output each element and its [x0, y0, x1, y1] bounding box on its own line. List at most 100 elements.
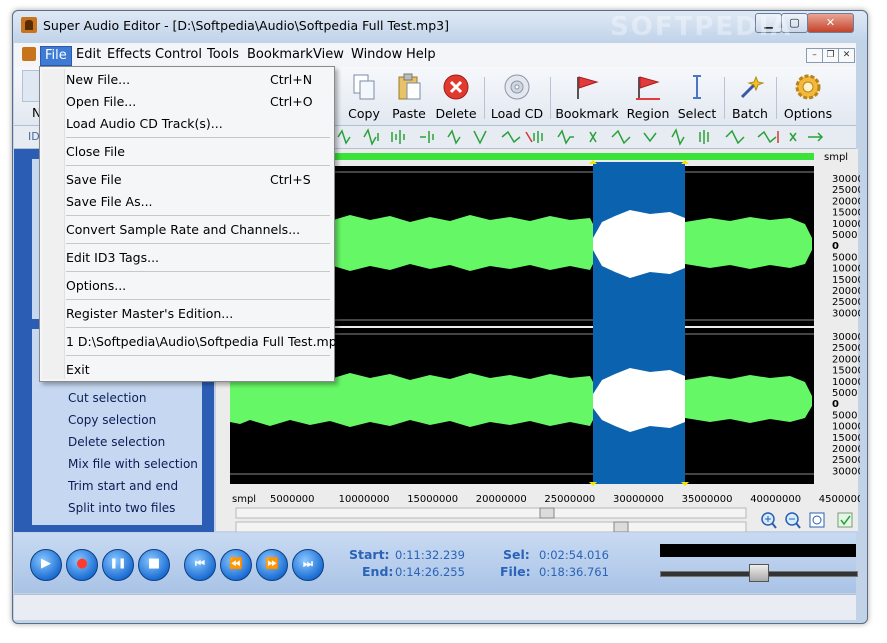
play-icon: ▶	[41, 556, 51, 571]
volume-slider-thumb[interactable]	[749, 564, 769, 582]
document-icon[interactable]	[22, 47, 36, 61]
transport-bar: ▶ ● ❚❚ ■ ⏮ ⏪ ⏩ ⏭ Start: 0:11:32.239 End:…	[14, 533, 858, 593]
menu-separator	[66, 327, 330, 328]
wave-left-selected	[593, 210, 685, 278]
menu-item-register[interactable]: Register Master's Edition...	[66, 306, 233, 321]
scale-tick-label: 5000	[832, 388, 857, 399]
play-button[interactable]: ▶	[30, 549, 62, 581]
mdi-close-button[interactable]: ✕	[838, 48, 855, 63]
task-copy-selection[interactable]: Copy selection	[68, 413, 156, 427]
paste-icon	[398, 73, 421, 100]
shortcut-new-file: Ctrl+N	[270, 72, 313, 87]
mdi-restore-button[interactable]: ❐	[822, 48, 839, 63]
menu-separator	[66, 215, 330, 216]
menu-item-options[interactable]: Options...	[66, 278, 126, 293]
task-split-two-files[interactable]: Split into two files	[68, 501, 175, 515]
menu-effects[interactable]: Effects	[103, 46, 155, 64]
fast-forward-button[interactable]: ⏩	[256, 549, 288, 581]
task-mix-file[interactable]: Mix file with selection	[68, 457, 198, 471]
bookmark-flag-icon	[577, 76, 599, 99]
menu-item-recent-file[interactable]: 1 D:\Softpedia\Audio\Softpedia Full Test…	[66, 334, 345, 349]
time-axis-label: 25000000	[544, 494, 595, 505]
task-cut-selection[interactable]: Cut selection	[68, 391, 146, 405]
menu-item-load-cd[interactable]: Load Audio CD Track(s)...	[66, 116, 223, 131]
menu-window[interactable]: Window	[347, 46, 406, 64]
time-axis-label: 45000000	[819, 494, 860, 505]
time-axis-label: 20000000	[476, 494, 527, 505]
zoom-tools	[756, 510, 856, 532]
scale-tick-label: 20000	[832, 354, 860, 365]
zoom-scrollbar[interactable]	[235, 521, 747, 532]
menu-control[interactable]: Control	[151, 46, 206, 64]
file-length-value: 0:18:36.761	[539, 565, 609, 579]
scale-tick-label: 30000	[832, 308, 860, 319]
scale-tick-label: 15000	[832, 433, 860, 444]
pause-icon: ❚❚	[109, 558, 127, 569]
menu-help[interactable]: Help	[402, 46, 440, 64]
menu-edit[interactable]: Edit	[72, 46, 105, 64]
toolbar-batch-button[interactable]: Batch	[728, 67, 772, 125]
mdi-minimize-button[interactable]: –	[806, 48, 823, 63]
wave-right-post	[685, 375, 812, 423]
task-trim-start-end[interactable]: Trim start and end	[68, 479, 178, 493]
menu-item-exit[interactable]: Exit	[66, 362, 90, 377]
menu-bookmark[interactable]: Bookmark	[243, 46, 317, 64]
selection-length-label: Sel:	[503, 547, 530, 562]
record-button[interactable]: ●	[66, 549, 98, 581]
zoom-scroll-thumb[interactable]	[613, 521, 629, 532]
go-end-button[interactable]: ⏭	[292, 549, 324, 581]
horizontal-scroll-thumb[interactable]	[539, 507, 555, 519]
task-delete-selection[interactable]: Delete selection	[68, 435, 165, 449]
menu-tools[interactable]: Tools	[203, 46, 243, 64]
pause-button[interactable]: ❚❚	[102, 549, 134, 581]
menu-separator	[66, 271, 330, 272]
scale-tick-label: 0	[832, 399, 839, 410]
toolbar-separator	[550, 77, 551, 119]
level-meter	[660, 544, 856, 557]
zoom-icons[interactable]	[756, 510, 856, 532]
toolbar-options-label: Options	[783, 106, 833, 121]
effects-toolbar-label: ID	[28, 130, 40, 143]
toolbar-select-button[interactable]: Select	[674, 67, 720, 125]
menu-item-new-file[interactable]: New File...	[66, 72, 130, 87]
stop-icon: ■	[147, 556, 161, 571]
toolbar-load-cd-label: Load CD	[490, 106, 544, 121]
toolbar-region-button[interactable]: Region	[620, 67, 676, 125]
start-time-value: 0:11:32.239	[395, 548, 465, 562]
menu-file[interactable]: File	[40, 46, 72, 66]
scale-tick-label: 30000	[832, 332, 860, 343]
go-start-button[interactable]: ⏮	[184, 549, 216, 581]
batch-wand-icon	[740, 75, 764, 99]
toolbar-paste-button[interactable]: Paste	[384, 67, 434, 125]
shortcut-open-file: Ctrl+O	[270, 94, 313, 109]
effects-icon-strip[interactable]	[334, 128, 854, 146]
toolbar-bookmark-label: Bookmark	[555, 106, 619, 121]
horizontal-scrollbar[interactable]	[235, 507, 747, 519]
menu-item-convert-sample-rate[interactable]: Convert Sample Rate and Channels...	[66, 222, 300, 237]
scale-bottom: 3000025000200001500010000500005000100001…	[832, 332, 860, 477]
menu-item-edit-id3[interactable]: Edit ID3 Tags...	[66, 250, 159, 265]
toolbar-delete-label: Delete	[435, 106, 477, 121]
selection-region[interactable]	[593, 162, 685, 484]
fast-forward-icon: ⏩	[265, 557, 279, 570]
toolbar-bookmark-button[interactable]: Bookmark	[554, 67, 620, 125]
menu-item-open-file[interactable]: Open File...	[66, 94, 136, 109]
toolbar-load-cd-button[interactable]: Load CD	[488, 67, 546, 125]
time-axis: smpl 5000000 10000000 15000000 20000000 25000…	[232, 494, 860, 505]
toolbar-delete-button[interactable]: Delete	[431, 67, 481, 125]
copy-icon	[353, 74, 375, 100]
end-time-value: 0:14:26.255	[395, 565, 465, 579]
effects-icons	[337, 128, 824, 146]
toolbar-options-button[interactable]: Options	[780, 67, 836, 125]
close-button[interactable]: ✕	[807, 13, 854, 33]
scale-tick-label: 30000	[832, 466, 860, 477]
rewind-button[interactable]: ⏪	[220, 549, 252, 581]
menu-view[interactable]: View	[309, 46, 348, 64]
go-end-icon: ⏭	[303, 557, 313, 570]
scale-tick-label: 25000	[832, 297, 860, 308]
app-icon	[21, 17, 37, 33]
stop-button[interactable]: ■	[138, 549, 170, 581]
menu-item-save-file[interactable]: Save File	[66, 172, 122, 187]
menu-item-save-file-as[interactable]: Save File As...	[66, 194, 153, 209]
menu-item-close-file[interactable]: Close File	[66, 144, 125, 159]
